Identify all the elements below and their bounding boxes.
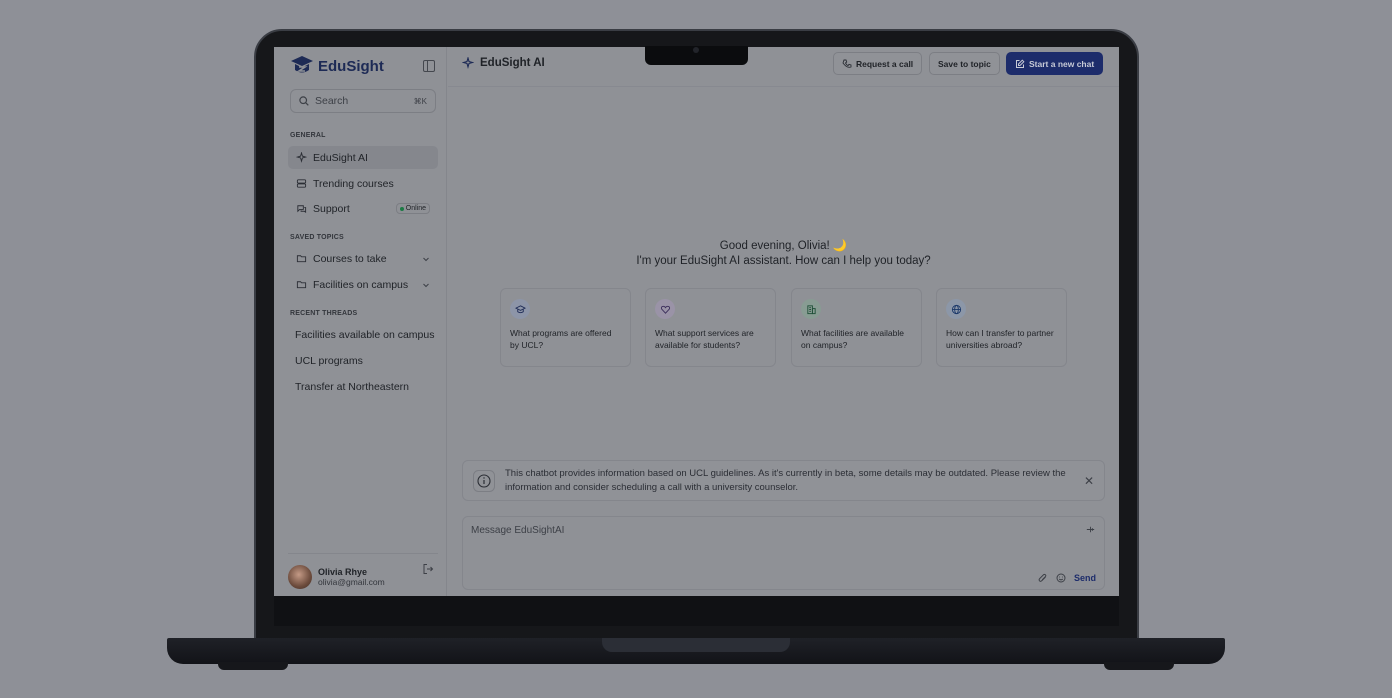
sidebar: EduSight Search ⌘K GENERAL EduSight AI T… bbox=[274, 47, 447, 596]
heart-hand-icon bbox=[655, 299, 675, 319]
paperclip-icon[interactable] bbox=[1038, 573, 1048, 583]
status-badge-label: Online bbox=[405, 205, 426, 212]
send-button[interactable]: Send bbox=[1074, 573, 1096, 583]
page-title: EduSight AI bbox=[462, 57, 545, 69]
search-input[interactable]: Search ⌘K bbox=[290, 89, 436, 113]
suggestion-text: What support services are available for … bbox=[655, 328, 754, 350]
section-general-label: GENERAL bbox=[290, 132, 326, 139]
save-to-topic-label: Save to topic bbox=[938, 58, 991, 69]
laptop-screen: EduSight Search ⌘K GENERAL EduSight AI T… bbox=[274, 47, 1119, 596]
app-name: EduSight bbox=[318, 57, 384, 75]
section-recent-label: RECENT THREADS bbox=[290, 310, 358, 317]
page-title-label: EduSight AI bbox=[480, 57, 545, 69]
sidebar-item-facilities-on-campus[interactable]: Facilities on campus bbox=[288, 273, 438, 296]
status-badge: Online bbox=[395, 203, 430, 214]
app-logo[interactable]: EduSight bbox=[290, 55, 384, 77]
globe-icon bbox=[946, 299, 966, 319]
recent-thread-item[interactable]: Facilities available on campus bbox=[295, 329, 434, 341]
chat-bubbles-icon bbox=[297, 205, 307, 214]
beta-notice: This chatbot provides information based … bbox=[462, 460, 1105, 501]
folder-icon bbox=[296, 281, 307, 289]
start-new-chat-label: Start a new chat bbox=[1029, 58, 1095, 69]
suggestion-text: How can I transfer to partner universiti… bbox=[946, 328, 1054, 350]
suggestion-card[interactable]: How can I transfer to partner universiti… bbox=[936, 288, 1067, 367]
sidebar-item-support[interactable]: Support Online bbox=[288, 197, 438, 220]
info-icon bbox=[473, 469, 495, 492]
building-icon bbox=[801, 299, 821, 319]
graduation-cap-icon bbox=[510, 299, 530, 319]
suggestion-text: What programs are offered by UCL? bbox=[510, 328, 612, 350]
message-input-placeholder[interactable]: Message EduSightAI bbox=[471, 525, 564, 536]
sidebar-item-label: Trending courses bbox=[313, 177, 394, 190]
avatar bbox=[288, 564, 312, 589]
search-placeholder: Search bbox=[315, 95, 349, 107]
suggestion-card[interactable]: What facilities are available on campus? bbox=[791, 288, 922, 367]
folder-icon bbox=[296, 255, 307, 263]
save-to-topic-button[interactable]: Save to topic bbox=[929, 52, 1000, 75]
search-shortcut: ⌘K bbox=[413, 96, 427, 106]
online-dot bbox=[399, 206, 404, 211]
voice-wave-icon[interactable] bbox=[1085, 524, 1096, 535]
logo-icon bbox=[291, 56, 313, 73]
composer-actions: Send bbox=[1038, 573, 1096, 583]
request-call-button[interactable]: Request a call bbox=[833, 52, 923, 75]
greeting-line-2: I'm your EduSight AI assistant. How can … bbox=[636, 255, 931, 267]
sparkle-icon bbox=[296, 152, 307, 163]
user-email: olivia@gmail.com bbox=[318, 576, 385, 587]
chevron-down-icon[interactable] bbox=[422, 281, 430, 289]
recent-thread-item[interactable]: Transfer at Northeastern bbox=[295, 381, 409, 393]
camera-lens bbox=[693, 47, 699, 53]
laptop-foot-left bbox=[218, 662, 288, 670]
logout-icon[interactable] bbox=[422, 563, 434, 575]
chevron-down-icon[interactable] bbox=[422, 255, 430, 263]
laptop-bezel-bottom bbox=[274, 596, 1119, 626]
emoji-icon[interactable] bbox=[1056, 573, 1066, 583]
section-saved-label: SAVED TOPICS bbox=[290, 234, 344, 241]
close-icon[interactable]: ✕ bbox=[1084, 474, 1094, 488]
start-new-chat-button[interactable]: Start a new chat bbox=[1006, 52, 1104, 75]
edit-icon bbox=[1016, 58, 1025, 68]
sidebar-item-trending-courses[interactable]: Trending courses bbox=[288, 172, 438, 195]
recent-thread-item[interactable]: UCL programs bbox=[295, 355, 363, 367]
message-composer[interactable]: Message EduSightAI Send bbox=[462, 516, 1105, 590]
laptop-base-notch bbox=[602, 638, 790, 652]
sidebar-item-label: Facilities on campus bbox=[313, 278, 409, 291]
sidebar-item-courses-to-take[interactable]: Courses to take bbox=[288, 247, 438, 270]
suggestion-card[interactable]: What support services are available for … bbox=[645, 288, 776, 367]
user-profile[interactable]: Olivia Rhye olivia@gmail.com bbox=[288, 553, 438, 593]
sidebar-item-label: EduSight AI bbox=[313, 151, 368, 164]
sidebar-item-label: Support bbox=[313, 202, 350, 215]
sidebar-item-edusight-ai[interactable]: EduSight AI bbox=[288, 146, 438, 169]
greeting-line-1: Good evening, Olivia! 🌙 bbox=[719, 240, 848, 252]
stack-icon bbox=[296, 179, 307, 188]
collapse-sidebar-icon[interactable] bbox=[423, 60, 435, 72]
sparkle-icon bbox=[462, 57, 474, 69]
top-bar: EduSight AI Request a call Save to topic… bbox=[448, 47, 1119, 87]
phone-icon bbox=[842, 59, 852, 68]
search-icon bbox=[299, 96, 309, 106]
request-call-label: Request a call bbox=[856, 58, 914, 69]
user-name: Olivia Rhye bbox=[318, 566, 368, 577]
notice-text: This chatbot provides information based … bbox=[505, 467, 1066, 493]
laptop-foot-right bbox=[1104, 662, 1174, 670]
main-panel: EduSight AI Request a call Save to topic… bbox=[448, 47, 1119, 596]
suggestion-text: What facilities are available on campus? bbox=[801, 328, 904, 350]
suggestion-card[interactable]: What programs are offered by UCL? bbox=[500, 288, 631, 367]
sidebar-item-label: Courses to take bbox=[313, 252, 387, 265]
